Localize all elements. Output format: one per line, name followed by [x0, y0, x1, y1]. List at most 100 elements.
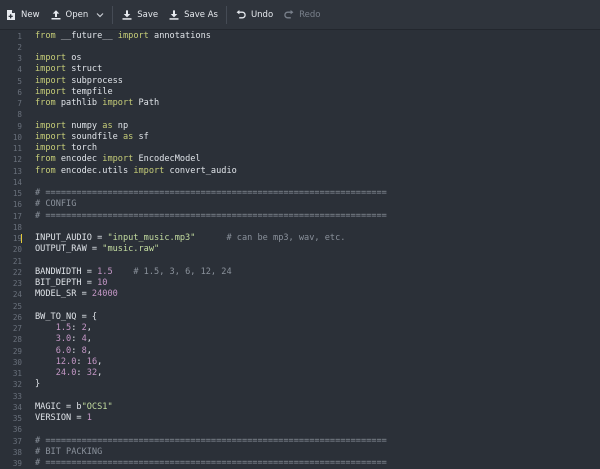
open-button[interactable]: Open	[45, 0, 94, 30]
code-token: INPUT_AUDIO =	[35, 233, 108, 243]
code-line[interactable]: 11 import torch	[0, 143, 600, 154]
code-line[interactable]: 25	[0, 301, 600, 312]
code-token: as	[122, 131, 134, 142]
code-text: from pathlib import Path	[35, 98, 159, 109]
code-line[interactable]: 30 12.0: 16,	[0, 357, 600, 368]
code-line[interactable]: 9 import numpy as np	[0, 121, 600, 132]
code-text: }	[35, 379, 40, 390]
code-editor-app: New Open Save Save As Undo Redo 1 from _…	[0, 0, 600, 469]
new-label: New	[21, 9, 40, 20]
code-line[interactable]: 10 import soundfile as sf	[0, 132, 600, 143]
line-number: 5	[17, 76, 22, 86]
code-line[interactable]: 23 BIT_DEPTH = 10	[0, 278, 600, 289]
code-line[interactable]: 5 import subprocess	[0, 76, 600, 87]
code-text: VERSION = 1	[35, 413, 92, 424]
line-number: 12	[12, 155, 22, 165]
code-token: # ======================================…	[35, 435, 387, 446]
code-token: 1.5	[97, 266, 113, 277]
save-as-button[interactable]: Save As	[163, 0, 223, 30]
open-menu-button[interactable]	[93, 0, 109, 30]
undo-icon	[235, 9, 247, 21]
code-line[interactable]: 28 3.0: 4,	[0, 334, 600, 345]
code-line[interactable]: 34 MAGIC = b"OCS1"	[0, 402, 600, 413]
line-number: 28	[12, 335, 22, 345]
code-line[interactable]: 3 import os	[0, 53, 600, 64]
line-number: 18	[12, 222, 22, 232]
line-number: 2	[17, 42, 22, 52]
code-line[interactable]: 33	[0, 391, 600, 402]
code-line[interactable]: 7 from pathlib import Path	[0, 98, 600, 109]
code-line[interactable]: 26 BW_TO_NQ = {	[0, 312, 600, 323]
chevron-down-icon	[95, 10, 105, 20]
code-line[interactable]: 18	[0, 222, 600, 233]
code-line[interactable]: 32}	[0, 379, 600, 390]
code-text: from __future__ import annotations	[35, 31, 211, 42]
code-line[interactable]: 37 # ====================================…	[0, 436, 600, 447]
code-editor[interactable]: 1 from __future__ import annotations 2 3 imp…	[0, 30, 600, 469]
line-number: 1	[17, 31, 22, 41]
code-token: "input_music.mp3"	[107, 233, 196, 243]
line-number: 6	[17, 87, 22, 97]
save-button[interactable]: Save	[116, 0, 163, 30]
code-text: # ======================================…	[35, 188, 387, 199]
code-token: 12.0	[55, 356, 77, 367]
code-line[interactable]: 4 import struct	[0, 64, 600, 75]
new-button[interactable]: New	[0, 0, 45, 30]
code-token: import	[35, 131, 67, 142]
code-line[interactable]: 39 # ====================================…	[0, 458, 600, 469]
code-line[interactable]: 17 # ====================================…	[0, 211, 600, 222]
line-number: 38	[12, 447, 22, 457]
code-line[interactable]: 20 OUTPUT_RAW = "music.raw"	[0, 244, 600, 255]
code-token: from	[35, 30, 56, 41]
code-line[interactable]: 8	[0, 109, 600, 120]
code-line[interactable]: 22 BANDWIDTH = 1.5 # 1.5, 3, 6, 12, 24	[0, 267, 600, 278]
code-line[interactable]: 15 # ====================================…	[0, 188, 600, 199]
code-line[interactable]: 21	[0, 256, 600, 267]
code-line[interactable]: 1 from __future__ import annotations	[0, 31, 600, 42]
code-token: pathlib	[55, 98, 103, 108]
code-token: ,	[97, 368, 103, 378]
code-text: 6.0: 8,	[35, 346, 92, 357]
code-token: 16	[86, 356, 98, 367]
code-token: import	[35, 143, 67, 153]
code-token: import	[102, 154, 134, 165]
upload-icon	[50, 9, 62, 21]
code-line[interactable]: 31 24.0: 32,	[0, 368, 600, 379]
code-line[interactable]: 27 1.5: 2,	[0, 323, 600, 334]
code-token: :	[71, 334, 82, 345]
code-line[interactable]: 38 # BIT PACKING	[0, 447, 600, 458]
code-token: 32	[86, 368, 98, 378]
code-line[interactable]: 6 import tempfile	[0, 87, 600, 98]
code-token: from	[35, 165, 56, 176]
code-line[interactable]: 14	[0, 177, 600, 188]
redo-label: Redo	[299, 9, 321, 20]
code-token: # CONFIG	[35, 199, 77, 210]
undo-button[interactable]: Undo	[230, 0, 278, 30]
code-line[interactable]: 29 6.0: 8,	[0, 346, 600, 357]
code-text: 24.0: 32,	[35, 368, 103, 379]
code-text: from encodec import EncodecModel	[35, 154, 201, 165]
code-token: import	[35, 86, 67, 97]
code-line[interactable]: 13 from encodec.utils import convert_audi…	[0, 166, 600, 177]
code-token: ,	[86, 345, 92, 356]
save-as-label: Save As	[184, 9, 218, 20]
line-number: 30	[12, 357, 22, 367]
line-number: 32	[12, 380, 22, 390]
line-number: 9	[17, 121, 22, 131]
code-line[interactable]: 16 # CONFIG	[0, 199, 600, 210]
code-token: ,	[86, 334, 92, 345]
line-number: 20	[12, 245, 22, 255]
code-text: # ======================================…	[35, 211, 387, 222]
code-line[interactable]: 19 INPUT_AUDIO = "input_music.mp3" # can …	[0, 233, 600, 244]
code-line[interactable]: 24 MODEL_SR = 24000	[0, 289, 600, 300]
code-line[interactable]: 35 VERSION = 1	[0, 413, 600, 424]
code-token: MAGIC = b	[35, 401, 82, 412]
current-line-marker	[21, 234, 22, 243]
redo-button[interactable]: Redo	[278, 0, 325, 30]
code-line[interactable]: 12 from encodec import EncodecModel	[0, 154, 600, 165]
code-line[interactable]: 2	[0, 42, 600, 53]
line-number: 10	[12, 132, 22, 142]
code-line[interactable]: 36	[0, 424, 600, 435]
code-token: 24.0	[55, 368, 77, 378]
